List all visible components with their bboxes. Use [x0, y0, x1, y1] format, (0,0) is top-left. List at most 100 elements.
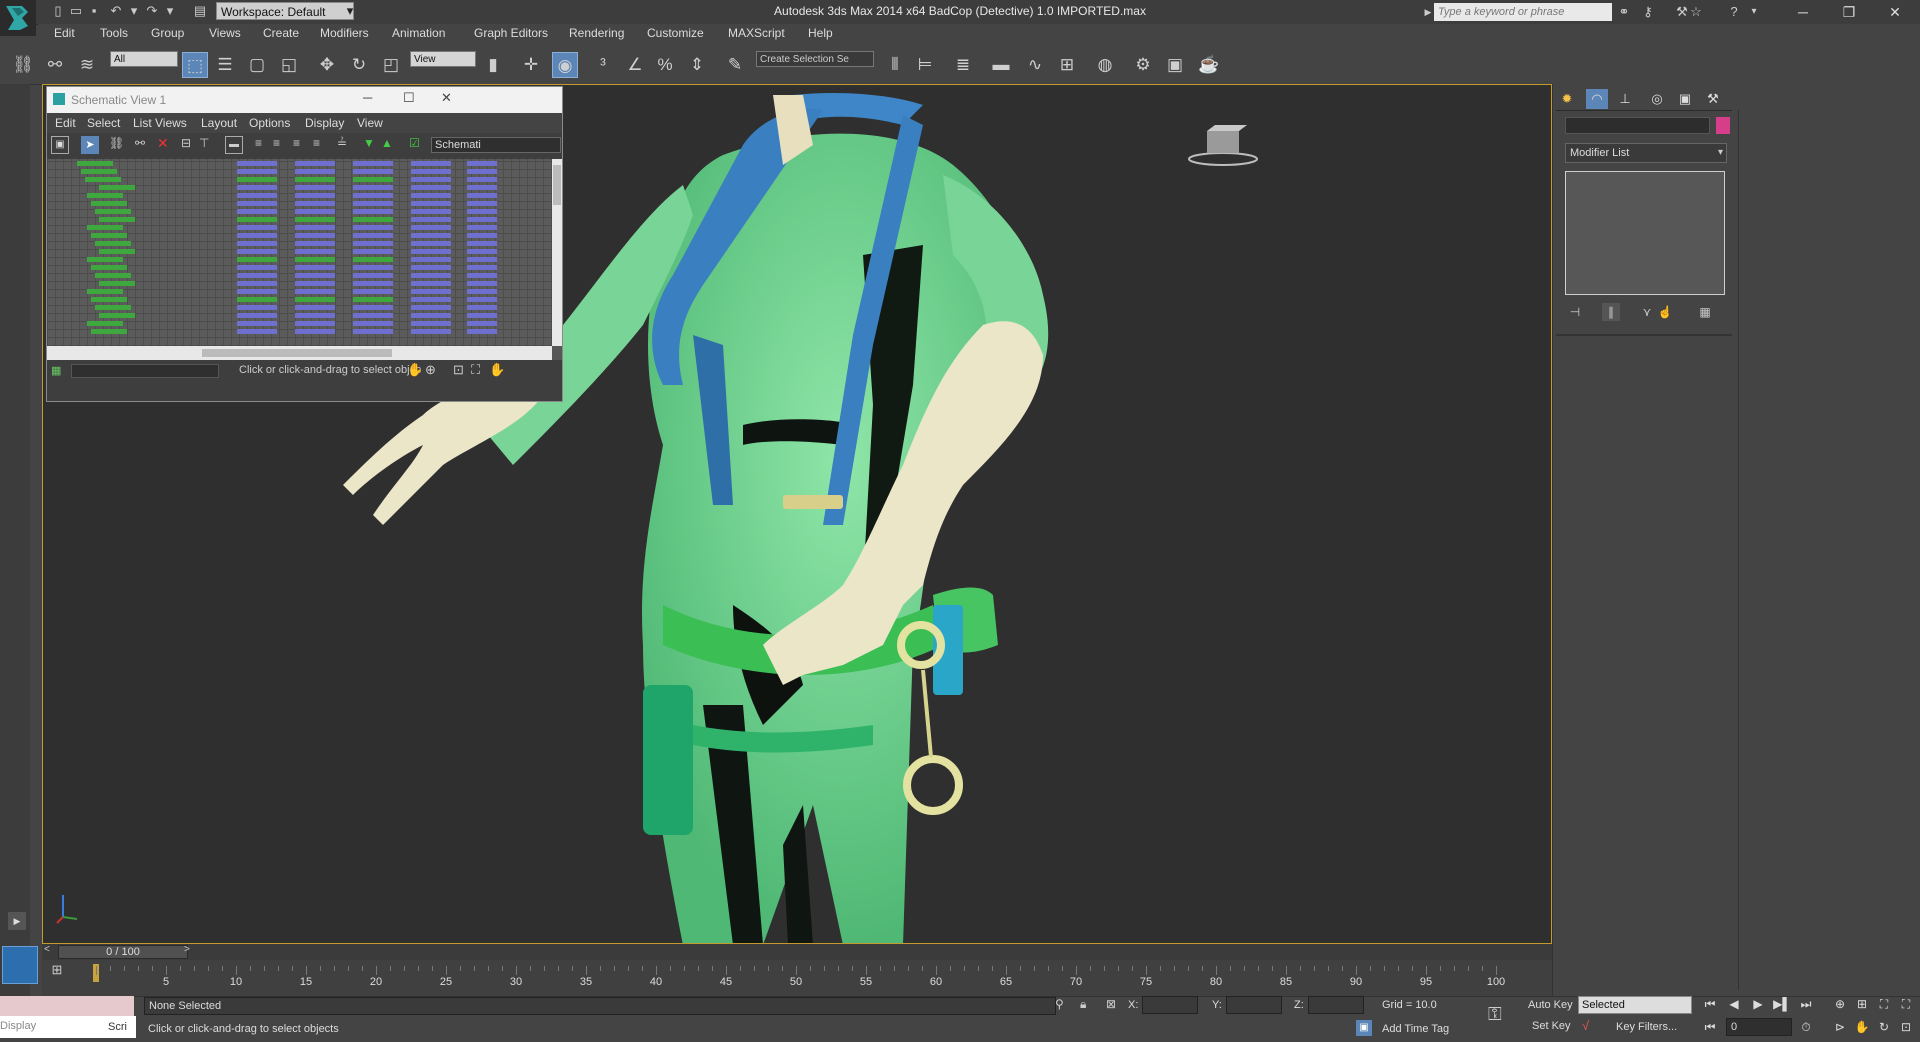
zoom-all-icon[interactable]: ⊞: [1852, 995, 1872, 1013]
undo-icon[interactable]: ↶: [108, 3, 124, 19]
menu-rendering[interactable]: Rendering: [569, 26, 624, 40]
open-file-icon[interactable]: ▭: [68, 3, 84, 19]
schematic-connect-icon[interactable]: ⛓: [109, 136, 124, 150]
configure-modifier-sets-icon[interactable]: ▦: [1696, 303, 1714, 321]
reference-coordinate-dropdown[interactable]: View: [410, 51, 476, 67]
help-icon[interactable]: ?: [1724, 3, 1744, 21]
x-coordinate-field[interactable]: [1142, 996, 1198, 1014]
collapse-icon[interactable]: ≟: [337, 136, 347, 150]
selection-filter-dropdown[interactable]: All: [110, 51, 178, 67]
favorites-star-icon[interactable]: ☆: [1686, 3, 1706, 21]
go-to-start-icon[interactable]: ⏮: [1700, 995, 1720, 1013]
menu-graph-editors[interactable]: Graph Editors: [474, 26, 548, 40]
go-to-end-icon[interactable]: ⏭: [1796, 995, 1816, 1013]
show-end-result-icon[interactable]: ∥: [1602, 303, 1620, 321]
auto-key-button[interactable]: Auto Key: [1528, 999, 1573, 1011]
material-editor-icon[interactable]: ◍: [1092, 52, 1118, 78]
bind-to-space-warp-icon[interactable]: ≋: [74, 52, 100, 78]
orbit-icon[interactable]: ↻: [1874, 1018, 1894, 1036]
schematic-view-icon[interactable]: ⊞: [1054, 52, 1080, 78]
y-coordinate-field[interactable]: [1226, 996, 1282, 1014]
help-dropdown-icon[interactable]: ▾: [1744, 3, 1764, 21]
modifier-list-dropdown[interactable]: Modifier List ▾: [1565, 143, 1727, 163]
set-key-button[interactable]: Set Key: [1532, 1020, 1571, 1032]
mirror-icon[interactable]: ⫴: [882, 52, 908, 78]
motion-tab-icon[interactable]: ◎: [1646, 89, 1668, 109]
layer-manager-icon[interactable]: ≣: [950, 52, 976, 78]
time-configuration-icon[interactable]: ⏱: [1796, 1018, 1816, 1036]
schematic-graph-area[interactable]: [47, 159, 552, 346]
schematic-select-icon[interactable]: ➤: [81, 136, 99, 154]
project-folder-icon[interactable]: ▤: [192, 3, 208, 19]
subscription-key-icon[interactable]: ⚷: [1638, 3, 1658, 21]
schematic-title-bar[interactable]: Schematic View 1 ─ ☐ ✕: [47, 87, 562, 113]
menu-edit[interactable]: Edit: [54, 26, 75, 40]
align-center-icon[interactable]: ≡: [273, 136, 280, 150]
schematic-close-icon[interactable]: ✕: [441, 90, 452, 106]
undo-dropdown-icon[interactable]: ▾: [126, 3, 142, 19]
key-filters-button[interactable]: Key Filters...: [1616, 1021, 1677, 1033]
restore-window-icon[interactable]: ❐: [1826, 0, 1872, 24]
remove-modifier-icon[interactable]: ☝: [1656, 303, 1674, 321]
display-tab-icon[interactable]: ▣: [1674, 89, 1696, 109]
add-time-tag[interactable]: Add Time Tag: [1382, 1023, 1449, 1035]
spinner-snap-icon[interactable]: ⇕: [684, 52, 710, 78]
app-logo-button[interactable]: [0, 0, 36, 36]
absolute-transform-icon[interactable]: ⊠: [1106, 997, 1116, 1011]
select-and-rotate-icon[interactable]: ↻: [346, 52, 372, 78]
menu-maxscript[interactable]: MAXScript: [728, 26, 785, 40]
redo-dropdown-icon[interactable]: ▾: [162, 3, 178, 19]
new-file-icon[interactable]: ▯: [50, 3, 66, 19]
curve-editor-icon[interactable]: ∿: [1022, 52, 1048, 78]
select-by-name-icon[interactable]: ☰: [212, 52, 238, 78]
align-icon[interactable]: ⊨: [912, 52, 938, 78]
window-crossing-icon[interactable]: ◱: [276, 52, 302, 78]
expand-track-icon[interactable]: ▶: [8, 912, 26, 930]
selection-lock-icon[interactable]: 🔒︎: [1080, 997, 1086, 1012]
minimize-window-icon[interactable]: ─: [1780, 0, 1826, 24]
display-filters-icon[interactable]: ▬: [225, 136, 243, 154]
menu-views[interactable]: Views: [209, 26, 241, 40]
pan-view-icon[interactable]: ✋: [1852, 1018, 1872, 1036]
search-input[interactable]: Type a keyword or phrase: [1434, 3, 1612, 21]
menu-animation[interactable]: Animation: [392, 26, 445, 40]
menu-customize[interactable]: Customize: [647, 26, 704, 40]
schematic-vertical-scrollbar[interactable]: [552, 159, 562, 346]
play-icon[interactable]: ▶: [1748, 995, 1768, 1013]
pin-stack-icon[interactable]: ⊣: [1566, 303, 1584, 321]
binoculars-icon[interactable]: ⚭: [1614, 3, 1634, 21]
modify-tab-icon[interactable]: ◠: [1586, 89, 1608, 109]
previous-frame-icon[interactable]: ◀: [1724, 995, 1744, 1013]
zoom-icon[interactable]: ⊕: [425, 362, 436, 378]
snaps-toggle-icon[interactable]: ³: [590, 52, 616, 78]
arrange-children-icon[interactable]: ≡: [313, 136, 320, 150]
hierarchy-mode-icon[interactable]: ⊟: [181, 136, 191, 150]
rendered-frame-window-icon[interactable]: ▣: [1162, 52, 1188, 78]
schematic-view-name-field[interactable]: Schemati: [431, 137, 561, 153]
object-color-swatch[interactable]: [1716, 117, 1730, 134]
open-mini-curve-editor-icon[interactable]: ⊞: [48, 962, 66, 980]
maximize-viewport-icon[interactable]: ⊡: [1896, 1018, 1916, 1036]
schematic-menu-layout[interactable]: Layout: [201, 116, 237, 130]
schematic-unlink-icon[interactable]: ⚯: [135, 136, 145, 150]
percent-snap-icon[interactable]: %: [652, 52, 678, 78]
select-manipulate-icon[interactable]: ✛: [518, 52, 544, 78]
render-setup-icon[interactable]: ⚙: [1130, 52, 1156, 78]
zoom-region-icon[interactable]: ⊡: [453, 362, 464, 378]
edit-named-selection-icon[interactable]: ✎: [722, 52, 748, 78]
maxscript-input[interactable]: Display: [0, 1016, 108, 1038]
schematic-minimize-icon[interactable]: ─: [363, 90, 372, 105]
graphite-ribbon-icon[interactable]: ▬: [988, 52, 1014, 78]
menu-group[interactable]: Group: [151, 26, 184, 40]
schematic-menu-view[interactable]: View: [357, 116, 383, 130]
key-tangent-icon[interactable]: √: [1582, 1018, 1589, 1033]
hierarchy-tab-icon[interactable]: ⊥: [1614, 89, 1636, 109]
object-name-field[interactable]: [1565, 117, 1710, 134]
time-slider-next-icon[interactable]: >: [184, 944, 190, 955]
save-file-icon[interactable]: ▪: [86, 3, 102, 19]
references-mode-icon[interactable]: ⊤: [199, 136, 209, 150]
select-object-icon[interactable]: ⬚: [182, 52, 208, 78]
workspace-dropdown-arrow-icon[interactable]: ▾: [342, 3, 358, 19]
field-of-view-icon[interactable]: ⊳: [1830, 1018, 1850, 1036]
schematic-menu-options[interactable]: Options: [249, 116, 290, 130]
